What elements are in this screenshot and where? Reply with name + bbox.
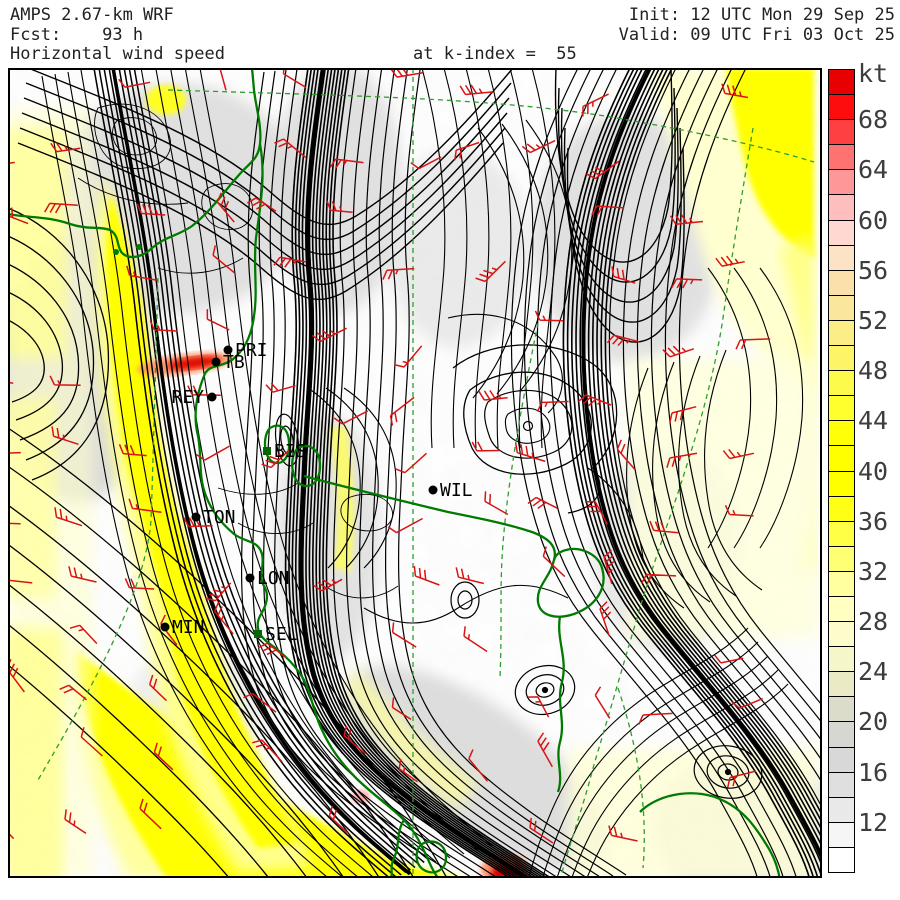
colorbar-cell (828, 595, 855, 623)
colorbar-cell (828, 395, 855, 422)
station-marker-wil (428, 485, 438, 495)
amps-wrf-plot: { "header": { "model": "AMPS 2.67-km WRF… (0, 0, 900, 900)
colorbar-cell (828, 69, 855, 96)
colorbar-tick-label: 32 (858, 556, 889, 586)
station-label-ton: TON (203, 507, 236, 528)
colorbar-tick-label: 48 (858, 356, 889, 386)
colorbar-cell (828, 570, 855, 597)
station-marker-min (160, 622, 170, 632)
colorbar-cell (828, 520, 855, 547)
colorbar-cell (828, 796, 855, 823)
station-label-bis: BIS (274, 441, 307, 462)
station-marker-sel (254, 630, 262, 638)
colorbar-cell (828, 294, 855, 321)
station-marker-lon (245, 573, 255, 583)
forecast-hour: Fcst: 93 h (10, 25, 144, 45)
colorbar-cell (828, 721, 855, 748)
colorbar-cell (828, 621, 855, 648)
colorbar-cell (828, 696, 855, 723)
colorbar-cell (828, 420, 855, 447)
colorbar-cell (828, 144, 855, 171)
level-label: at k-index = 55 (413, 44, 577, 64)
colorbar-cell (828, 194, 855, 221)
colorbar-cell (828, 771, 855, 798)
colorbar-cell (828, 94, 855, 121)
colorbar-cell (828, 319, 855, 347)
colorbar-tick-label: 28 (858, 607, 889, 637)
station-marker-tb (211, 357, 221, 367)
station-label-min: MIN (172, 617, 205, 638)
station-label-rey: REY (171, 387, 204, 408)
colorbar-tick-label: 56 (858, 255, 889, 285)
station-label-wil: WIL (440, 480, 473, 501)
init-time: Init: 12 UTC Mon 29 Sep 25 (628, 5, 895, 25)
colorbar-tick-label: 44 (858, 406, 889, 436)
colorbar-cell (828, 671, 855, 698)
field-title: Horizontal wind speed (10, 44, 225, 64)
colorbar-cell (828, 545, 855, 572)
colorbar-cell (828, 169, 855, 196)
colorbar-tick-label: 20 (858, 707, 889, 737)
colorbar-cell (828, 219, 855, 246)
station-label-sel: SEL (265, 624, 298, 645)
colorbar (828, 69, 855, 873)
colorbar-cell (828, 495, 855, 522)
colorbar-cell (828, 244, 855, 271)
colorbar-cell (828, 746, 855, 773)
colorbar-tick-label: 24 (858, 657, 889, 687)
colorbar-tick-label: 68 (858, 105, 889, 135)
colorbar-cell (828, 470, 855, 497)
station-marker-rey (207, 392, 217, 402)
colorbar-tick-label: 16 (858, 757, 889, 787)
colorbar-tick-label: 36 (858, 506, 889, 536)
valid-time: Valid: 09 UTC Fri 03 Oct 25 (618, 25, 895, 45)
weather-map: PRI TB REY BIS WIL TON LON MIN SEL (8, 68, 822, 878)
colorbar-tick-label: 64 (858, 155, 889, 185)
colorbar-tick-label: 12 (858, 807, 889, 837)
colorbar-cell (828, 445, 855, 472)
colorbar-cell (828, 269, 855, 296)
colorbar-cell (828, 821, 855, 848)
colorbar-cell (828, 119, 855, 146)
colorbar-cell (828, 370, 855, 397)
station-label-lon: LON (257, 568, 290, 589)
station-marker-ton (191, 512, 201, 522)
colorbar-tick-label: 60 (858, 205, 889, 235)
station-label-tb: TB (223, 352, 245, 373)
model-title: AMPS 2.67-km WRF (10, 5, 174, 25)
colorbar-tick-label: 52 (858, 305, 889, 335)
station-marker-bis (263, 447, 271, 455)
colorbar-cell (828, 846, 855, 873)
colorbar-tick-label: 40 (858, 456, 889, 486)
colorbar-cell (828, 646, 855, 673)
map-canvas: PRITBREYBISWILTONLONMIN SEL (8, 68, 822, 878)
colorbar-unit: kt (858, 59, 889, 88)
colorbar-cell (828, 345, 855, 372)
